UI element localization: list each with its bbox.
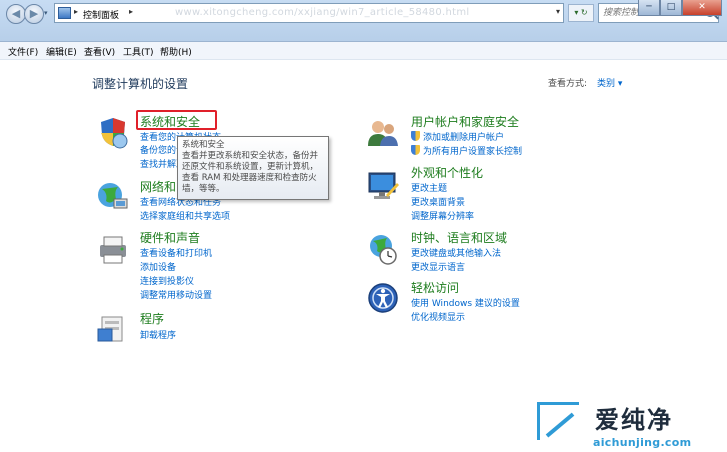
shield-pc-icon[interactable] xyxy=(96,115,130,149)
link-add-device[interactable]: 添加设备 xyxy=(140,260,176,273)
category-appearance[interactable]: 外观和个性化 xyxy=(411,164,483,181)
breadcrumb-chevron-right-icon[interactable]: ▸ xyxy=(74,7,78,16)
back-button[interactable]: ◀ xyxy=(6,4,26,24)
category-ease-of-access[interactable]: 轻松访问 xyxy=(411,279,459,296)
address-bar[interactable]: ▸ 控制面板 ▸ www.xitongcheng.com/xxjiang/win… xyxy=(54,3,564,23)
view-by-label: 查看方式: xyxy=(548,79,588,89)
watermark-brand: 爱纯净 xyxy=(595,406,673,434)
network-globe-icon[interactable] xyxy=(96,179,130,213)
control-panel-content: 调整计算机的设置 查看方式: 类别 ▾ 系统和安全 查看您的计算机状态 备份您的… xyxy=(0,61,727,452)
breadcrumb-control-panel[interactable]: 控制面板 xyxy=(83,8,119,21)
ease-access-icon[interactable] xyxy=(366,281,400,315)
printer-icon[interactable] xyxy=(96,233,130,267)
monitor-icon[interactable] xyxy=(366,169,400,203)
url-watermark: www.xitongcheng.com/xxjiang/win7_article… xyxy=(175,7,470,18)
link-recommended-settings[interactable]: 使用 Windows 建议的设置 xyxy=(411,296,520,309)
link-connect-projector[interactable]: 连接到投影仪 xyxy=(140,274,194,287)
menu-edit[interactable]: 编辑(E) xyxy=(46,45,77,58)
link-uninstall-program[interactable]: 卸载程序 xyxy=(140,328,176,341)
users-icon[interactable] xyxy=(366,116,400,150)
category-user-accounts[interactable]: 用户帐户和家庭安全 xyxy=(411,113,519,130)
watermark-logo-icon xyxy=(537,402,579,440)
breadcrumb-chevron-right-icon[interactable]: ▸ xyxy=(129,7,133,16)
page-title: 调整计算机的设置 xyxy=(92,77,189,91)
menu-view[interactable]: 查看(V) xyxy=(84,45,115,58)
uac-shield-icon xyxy=(411,145,420,155)
tooltip-title: 系统和安全 xyxy=(182,140,225,150)
link-mobility-settings[interactable]: 调整常用移动设置 xyxy=(140,288,212,301)
tooltip-body: 查看并更改系统和安全状态，备份并还原文件和系统设置，更新计算机，查看 RAM 和… xyxy=(182,151,319,194)
link-optimize-visual-display[interactable]: 优化视频显示 xyxy=(411,310,465,323)
menu-bar: 文件(F) 编辑(E) 查看(V) 工具(T) 帮助(H) xyxy=(0,42,727,60)
link-change-theme[interactable]: 更改主题 xyxy=(411,181,447,194)
category-tooltip: 系统和安全 查看并更改系统和安全状态，备份并还原文件和系统设置，更新计算机，查看… xyxy=(177,136,329,200)
forward-button[interactable]: ▶ xyxy=(24,4,44,24)
link-desktop-background[interactable]: 更改桌面背景 xyxy=(411,195,465,208)
window-titlebar: ◀ ▶ ▾ ▸ 控制面板 ▸ www.xitongcheng.com/xxjia… xyxy=(0,0,727,42)
close-button[interactable]: ✕ xyxy=(682,0,722,16)
maximize-button[interactable]: □ xyxy=(660,0,682,16)
link-change-display-language[interactable]: 更改显示语言 xyxy=(411,260,465,273)
clock-globe-icon[interactable] xyxy=(366,232,400,266)
link-parental-controls[interactable]: 为所有用户设置家长控制 xyxy=(423,144,522,157)
control-panel-icon xyxy=(58,7,71,19)
refresh-button[interactable]: ▾ ↻ xyxy=(568,4,594,22)
highlight-annotation-box xyxy=(136,110,217,130)
address-history-chevron-down-icon[interactable]: ▾ xyxy=(556,7,560,16)
link-change-input-method[interactable]: 更改键盘或其他输入法 xyxy=(411,246,501,259)
link-screen-resolution[interactable]: 调整屏幕分辨率 xyxy=(411,209,474,222)
menu-file[interactable]: 文件(F) xyxy=(8,45,38,58)
watermark-domain: aichunjing.com xyxy=(593,436,692,449)
site-watermark: 爱纯净 aichunjing.com xyxy=(537,400,722,452)
view-by-dropdown[interactable]: 类别 ▾ xyxy=(597,76,622,89)
category-programs[interactable]: 程序 xyxy=(140,310,164,327)
link-devices-printers[interactable]: 查看设备和打印机 xyxy=(140,246,212,259)
menu-help[interactable]: 帮助(H) xyxy=(160,45,192,58)
uac-shield-icon xyxy=(411,131,420,141)
link-homegroup-sharing[interactable]: 选择家庭组和共享选项 xyxy=(140,209,230,222)
menu-tools[interactable]: 工具(T) xyxy=(123,45,154,58)
link-add-remove-accounts[interactable]: 添加或删除用户帐户 xyxy=(423,130,504,143)
programs-icon[interactable] xyxy=(96,311,130,345)
category-clock-language-region[interactable]: 时钟、语言和区域 xyxy=(411,229,507,246)
recent-pages-chevron-down-icon[interactable]: ▾ xyxy=(44,9,54,19)
category-hardware-sound[interactable]: 硬件和声音 xyxy=(140,229,200,246)
minimize-button[interactable]: ─ xyxy=(638,0,660,16)
